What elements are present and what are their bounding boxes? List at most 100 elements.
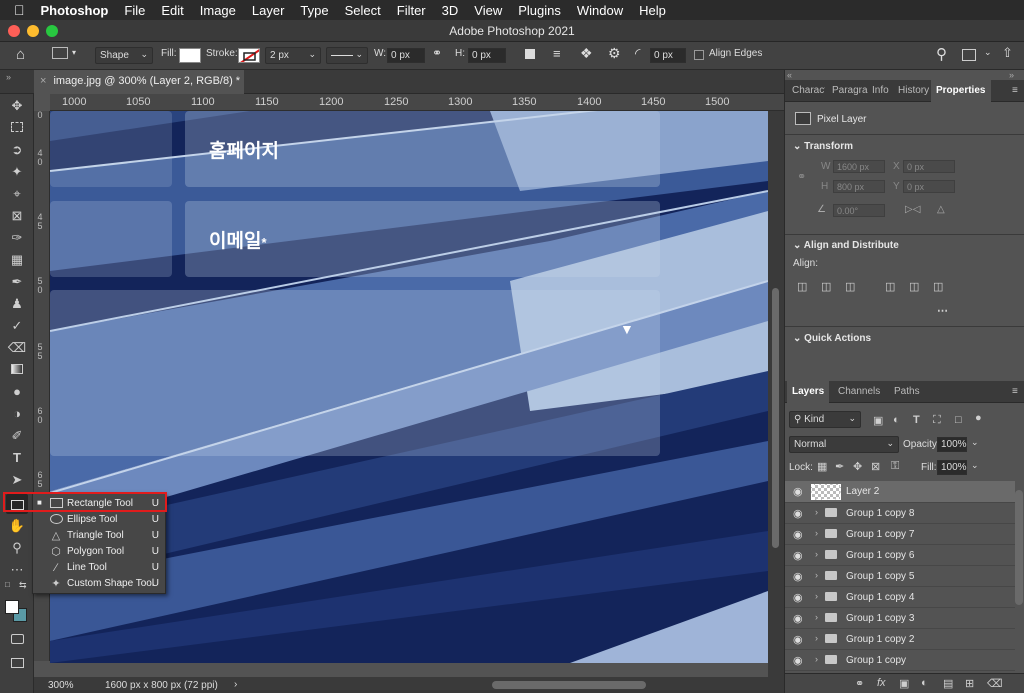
swap-colors-icon[interactable]: ⇆ [19,580,27,591]
panel-menu-icon[interactable]: ≡ [1007,381,1023,403]
angle-field[interactable]: 0.00° [833,204,885,217]
zoom-level[interactable]: 300% [48,680,74,691]
collapse-icon[interactable]: » [6,72,11,82]
chevron-down-icon[interactable]: ⌄ [984,47,992,58]
move-tool-icon[interactable]: ✥ [6,96,28,116]
menu-filter[interactable]: Filter [397,3,426,18]
align-bottom-icon[interactable]: ◫ [933,280,943,293]
dropdown-arrow-icon[interactable]: ▼ [620,321,634,337]
clone-stamp-icon[interactable]: ♟ [6,294,28,314]
layer-row-group[interactable]: ◉ › Group 1 copy 7 [785,524,1015,545]
foreground-color-swatch[interactable] [5,600,19,614]
pen-tool-icon[interactable]: ✐ [6,426,28,446]
menu-window[interactable]: Window [577,3,623,18]
horizontal-scroll-thumb[interactable] [492,681,646,689]
layer-row-group[interactable]: ◉ › Group 1 copy 2 [785,629,1015,650]
tab-properties[interactable]: Properties [931,80,991,102]
menu-select[interactable]: Select [345,3,381,18]
align-top-icon[interactable]: ◫ [885,280,895,293]
flyout-item-triangle[interactable]: △ Triangle Tool U [33,528,165,544]
menu-app-name[interactable]: Photoshop [41,3,109,18]
tab-paragraph[interactable]: Paragra [827,80,871,102]
chevron-right-icon[interactable]: › [815,570,818,580]
screen-mode-icon[interactable] [6,654,28,674]
type-filter-icon[interactable]: T [913,414,920,426]
collapse-panels-icon[interactable]: « [787,70,792,80]
tab-paths[interactable]: Paths [889,381,925,403]
corner-radius-field[interactable]: 0 px [650,48,686,63]
menu-file[interactable]: File [124,3,145,18]
mask-icon[interactable]: ▣ [899,677,909,690]
width-field[interactable]: 0 px [387,48,425,63]
marquee-tool-icon[interactable] [6,118,28,138]
layers-scroll-thumb[interactable] [1015,490,1023,605]
align-edges-checkbox[interactable] [694,50,704,60]
path-selection-icon[interactable]: ➤ [6,470,28,490]
fill-field[interactable]: 100% [937,460,967,475]
layer-row-group[interactable]: ◉ › Group 1 copy 5 [785,566,1015,587]
height-field[interactable]: 0 px [468,48,506,63]
quick-mask-icon[interactable] [6,630,28,650]
layer-row-group[interactable]: ◉ › Group 1 copy [785,650,1015,671]
layer-row-group[interactable]: ◉ › Group 1 copy 4 [785,587,1015,608]
chevron-right-icon[interactable]: › [815,654,818,664]
expand-panels-icon[interactable]: » [1009,70,1014,80]
menu-type[interactable]: Type [300,3,328,18]
close-tab-icon[interactable]: × [40,75,46,87]
layer-filter-select[interactable]: ⚲ Kind ⌄ [789,411,861,428]
lasso-tool-icon[interactable]: ➲ [6,140,28,160]
menu-view[interactable]: View [474,3,502,18]
chevron-right-icon[interactable]: › [815,528,818,538]
menu-edit[interactable]: Edit [161,3,183,18]
lock-position-icon[interactable]: ✥ [853,460,862,473]
crop-tool-icon[interactable]: ⌖ [6,184,28,204]
layer-row-group[interactable]: ◉ › Group 1 copy 3 [785,608,1015,629]
path-arrangement-icon[interactable]: ❖ [580,45,593,62]
filter-toggle-icon[interactable]: ● [975,412,982,424]
visibility-eye-icon[interactable]: ◉ [793,654,803,667]
flip-vertical-icon[interactable]: △ [937,204,945,215]
trash-icon[interactable]: ⌫ [987,677,1003,690]
share-icon[interactable]: ⇧ [1002,45,1013,61]
more-options-icon[interactable]: ⋯ [937,304,948,317]
history-brush-icon[interactable]: ✓ [6,316,28,336]
dodge-tool-icon[interactable]: ◑ [6,404,28,424]
fill-swatch[interactable] [179,48,201,63]
chevron-right-icon[interactable]: › [234,679,237,690]
flyout-item-ellipse[interactable]: Ellipse Tool U [33,512,165,528]
align-right-icon[interactable]: ◫ [845,280,855,293]
visibility-eye-icon[interactable]: ◉ [793,507,803,520]
flyout-item-line[interactable]: ∕ Line Tool U [33,560,165,576]
chevron-down-icon[interactable]: ▾ [72,48,76,57]
select-box[interactable] [50,290,660,456]
adjustment-filter-icon[interactable]: ◐ [893,414,900,426]
tab-character[interactable]: Charact [787,80,825,102]
shape-mode-select[interactable]: Shape ⌄ [95,47,153,64]
zoom-window-button[interactable] [46,25,58,37]
tool-preset-icon[interactable] [52,47,68,59]
link-layers-icon[interactable]: ⚭ [855,677,864,690]
blur-tool-icon[interactable]: ● [6,382,28,402]
menu-image[interactable]: Image [200,3,236,18]
brush-tool-icon[interactable]: ✒ [6,272,28,292]
stroke-width-select[interactable]: 2 px ⌄ [265,47,321,64]
menu-plugins[interactable]: Plugins [518,3,561,18]
close-window-button[interactable] [8,25,20,37]
visibility-eye-icon[interactable]: ◉ [793,591,803,604]
align-center-icon[interactable]: ◫ [821,280,831,293]
quick-actions-section[interactable]: ⌄ Quick Actions [793,333,871,344]
layer-row-group[interactable]: ◉ › Group 1 copy 8 [785,503,1015,524]
align-section[interactable]: ⌄ Align and Distribute [793,240,899,251]
adjustment-layer-icon[interactable]: ◐ [921,677,928,689]
w-field[interactable]: 1600 px [833,160,885,173]
eyedropper-icon[interactable]: ✑ [6,228,28,248]
flyout-item-custom-shape[interactable]: ✦ Custom Shape Tool U [33,576,165,592]
smart-object-filter-icon[interactable]: □ [955,414,962,426]
lock-pixels-icon[interactable]: ✒ [835,460,844,473]
zoom-tool-icon[interactable]: ⚲ [6,538,28,558]
layer-row-layer-2[interactable]: ◉ Layer 2 [785,481,1015,503]
menu-layer[interactable]: Layer [252,3,285,18]
path-operations-icon[interactable] [525,49,535,59]
tab-channels[interactable]: Channels [833,381,885,403]
path-alignment-icon[interactable]: ≡ [553,46,561,61]
